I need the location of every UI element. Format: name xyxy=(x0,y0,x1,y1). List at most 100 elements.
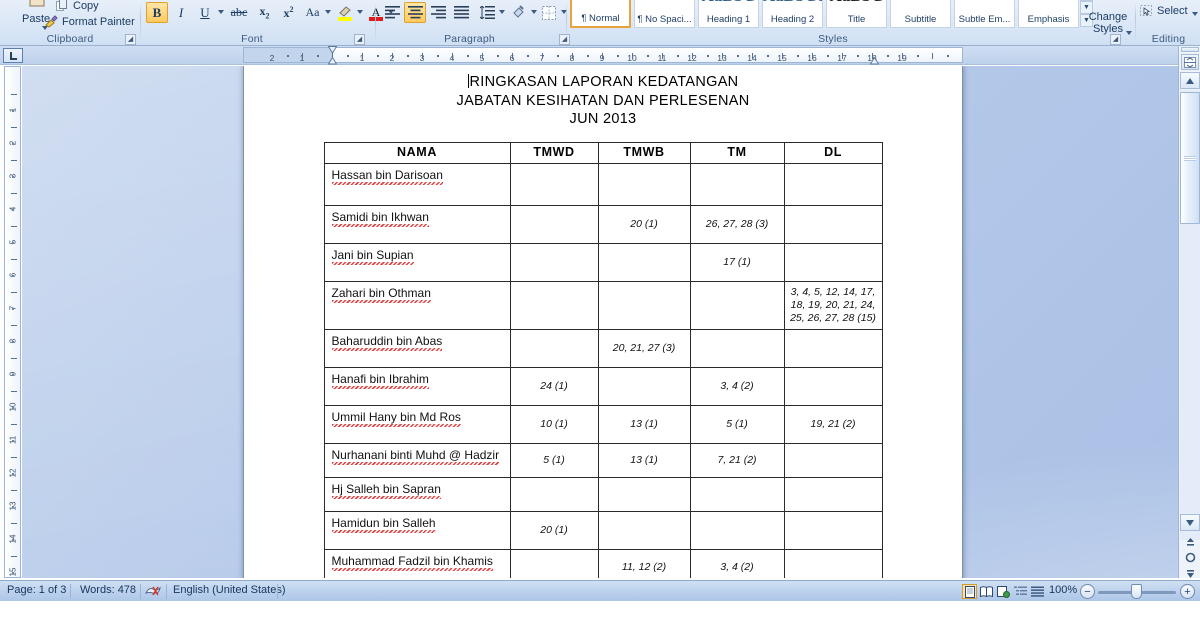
cell-tm[interactable] xyxy=(689,476,785,512)
cell-tmwb[interactable]: 13 (1) xyxy=(597,404,691,444)
align-right-button[interactable] xyxy=(427,2,449,23)
cell-tmwd[interactable]: 24 (1) xyxy=(509,366,599,406)
cell-nama[interactable]: Hassan bin Darisoan xyxy=(323,162,511,206)
change-styles-dropdown-arrow[interactable] xyxy=(1126,31,1132,35)
cell-nama[interactable]: Hj Salleh bin Sapran xyxy=(323,476,511,512)
table-row[interactable]: Samidi bin Ikhwan 20 (1) 26, 27, 28 (3) xyxy=(323,204,883,244)
attendance-summary-table[interactable]: NAMA TMWD TMWB TM DL Hassan bin Darisoan… xyxy=(323,141,883,578)
view-button-print-layout[interactable] xyxy=(962,584,977,599)
table-row[interactable]: Hamidun bin Salleh 20 (1) xyxy=(323,510,883,550)
right-indent-marker[interactable] xyxy=(870,57,879,65)
cell-tm[interactable] xyxy=(689,280,785,330)
cell-tmwb[interactable] xyxy=(597,162,691,206)
change-case-dropdown-arrow[interactable] xyxy=(325,10,331,14)
cell-tmwd[interactable] xyxy=(509,548,599,578)
cell-tm[interactable]: 7, 21 (2) xyxy=(689,442,785,478)
line-spacing-button[interactable] xyxy=(476,2,498,23)
cell-tmwb[interactable]: 20 (1) xyxy=(597,204,691,244)
language-indicator[interactable]: English (United States) xyxy=(173,584,286,596)
paste-button[interactable] xyxy=(14,0,60,14)
document-body[interactable]: RINGKASAN LAPORAN KEDATANGAN JABATAN KES… xyxy=(244,66,962,578)
cell-tm[interactable]: 3, 4 (2) xyxy=(689,548,785,578)
align-center-button[interactable] xyxy=(404,2,426,23)
borders-button[interactable] xyxy=(538,2,560,23)
table-row[interactable]: Jani bin Supian 17 (1) xyxy=(323,242,883,282)
table-row[interactable]: Hassan bin Darisoan xyxy=(323,162,883,206)
select-command[interactable]: Select xyxy=(1140,5,1188,17)
table-row[interactable]: Hj Salleh bin Sapran xyxy=(323,476,883,512)
style-item-heading-2[interactable]: AaBbCc Heading 2 xyxy=(762,0,823,28)
cell-tmwb[interactable] xyxy=(597,366,691,406)
proofing-status-button[interactable] xyxy=(145,584,161,598)
cell-nama[interactable]: Zahari bin Othman xyxy=(323,280,511,330)
font-dialog-launcher[interactable]: ◢ xyxy=(354,34,365,45)
bold-button[interactable]: B xyxy=(146,2,168,23)
style-item-subtitle[interactable]: AaBbCc. Subtitle xyxy=(890,0,951,28)
cell-dl[interactable] xyxy=(783,204,883,244)
format-painter-command[interactable]: Format Painter xyxy=(44,15,135,28)
scroll-up-button[interactable] xyxy=(1180,72,1200,89)
view-button-outline[interactable] xyxy=(1013,584,1028,599)
cell-tmwd[interactable] xyxy=(509,280,599,330)
zoom-slider-knob[interactable] xyxy=(1131,584,1142,599)
text-highlight-color-button[interactable] xyxy=(334,2,356,23)
style-item-no-spacing[interactable]: AaBbCcDc ¶ No Spaci... xyxy=(634,0,695,28)
scrollbar-thumb[interactable] xyxy=(1180,92,1200,224)
cell-dl[interactable] xyxy=(783,548,883,578)
cell-tmwb[interactable]: 13 (1) xyxy=(597,442,691,478)
horizontal-ruler[interactable]: 2112345678910111213141516171819 xyxy=(243,46,963,65)
table-row[interactable]: Muhammad Fadzil bin Khamis 11, 12 (2) 3, 4… xyxy=(323,548,883,578)
cell-tmwb[interactable] xyxy=(597,280,691,330)
view-button-draft[interactable] xyxy=(1030,584,1045,599)
window-split-handle[interactable] xyxy=(1181,47,1199,52)
strikethrough-button[interactable]: abc xyxy=(227,2,251,23)
cell-tmwb[interactable] xyxy=(597,510,691,550)
split-window-button[interactable] xyxy=(1181,54,1199,70)
table-row[interactable]: Ummil Hany bin Md Ros 10 (1) 13 (1) 5 (1) 19… xyxy=(323,404,883,444)
cell-dl[interactable]: 19, 21 (2) xyxy=(783,404,883,444)
cell-nama[interactable]: Nurhanani binti Muhd @ Hadzir xyxy=(323,442,511,478)
previous-page-button[interactable] xyxy=(1180,533,1200,550)
view-button-full-screen-reading[interactable] xyxy=(979,584,994,599)
document-page[interactable]: RINGKASAN LAPORAN KEDATANGAN JABATAN KES… xyxy=(243,66,963,578)
cell-tmwd[interactable] xyxy=(509,476,599,512)
underline-dropdown-arrow[interactable] xyxy=(218,10,224,14)
cell-dl[interactable] xyxy=(783,476,883,512)
cell-tmwd[interactable] xyxy=(509,204,599,244)
cell-dl[interactable]: 3, 4, 5, 12, 14, 17, 18, 19, 20, 21, 24,… xyxy=(783,280,883,330)
tab-stop-selector-button[interactable] xyxy=(3,48,23,63)
cell-tmwd[interactable]: 20 (1) xyxy=(509,510,599,550)
superscript-button[interactable]: x2 xyxy=(277,2,300,23)
cell-tm[interactable] xyxy=(689,162,785,206)
subscript-button[interactable]: x2 xyxy=(253,2,276,23)
cell-tm[interactable]: 26, 27, 28 (3) xyxy=(689,204,785,244)
cell-tmwd[interactable] xyxy=(509,328,599,368)
select-dropdown-arrow[interactable] xyxy=(1192,12,1198,16)
table-row[interactable]: Hanafi bin Ibrahim 24 (1) 3, 4 (2) xyxy=(323,366,883,406)
copy-command[interactable]: Copy xyxy=(56,0,99,12)
select-browse-object-button[interactable] xyxy=(1180,549,1200,566)
italic-button[interactable]: I xyxy=(170,2,192,23)
style-item-heading-1[interactable]: AaBbC Heading 1 xyxy=(698,0,759,28)
cell-tm[interactable]: 17 (1) xyxy=(689,242,785,282)
view-button-web-layout[interactable] xyxy=(996,584,1011,599)
shading-dropdown-arrow[interactable] xyxy=(531,10,537,14)
vertical-ruler[interactable]: 123456789101112131415 xyxy=(4,66,21,578)
change-styles-button[interactable]: Change Styles xyxy=(1084,0,1132,36)
clipboard-dialog-launcher[interactable]: ◢ xyxy=(125,34,136,45)
cell-dl[interactable] xyxy=(783,366,883,406)
align-left-button[interactable] xyxy=(381,2,403,23)
scroll-down-button[interactable] xyxy=(1180,514,1200,531)
zoom-in-button[interactable]: + xyxy=(1180,584,1195,599)
style-item-normal[interactable]: AaBbCcDc ¶ Normal xyxy=(570,0,631,28)
cell-dl[interactable] xyxy=(783,242,883,282)
cell-tm[interactable]: 3, 4 (2) xyxy=(689,366,785,406)
cell-nama[interactable]: Muhammad Fadzil bin Khamis xyxy=(323,548,511,578)
zoom-level-label[interactable]: 100% xyxy=(1049,584,1077,596)
table-row[interactable]: Nurhanani binti Muhd @ Hadzir 5 (1) 13 (1)… xyxy=(323,442,883,478)
cell-dl[interactable] xyxy=(783,328,883,368)
cell-tm[interactable]: 5 (1) xyxy=(689,404,785,444)
cell-tm[interactable] xyxy=(689,328,785,368)
cell-tm[interactable] xyxy=(689,510,785,550)
zoom-out-button[interactable]: − xyxy=(1080,584,1095,599)
